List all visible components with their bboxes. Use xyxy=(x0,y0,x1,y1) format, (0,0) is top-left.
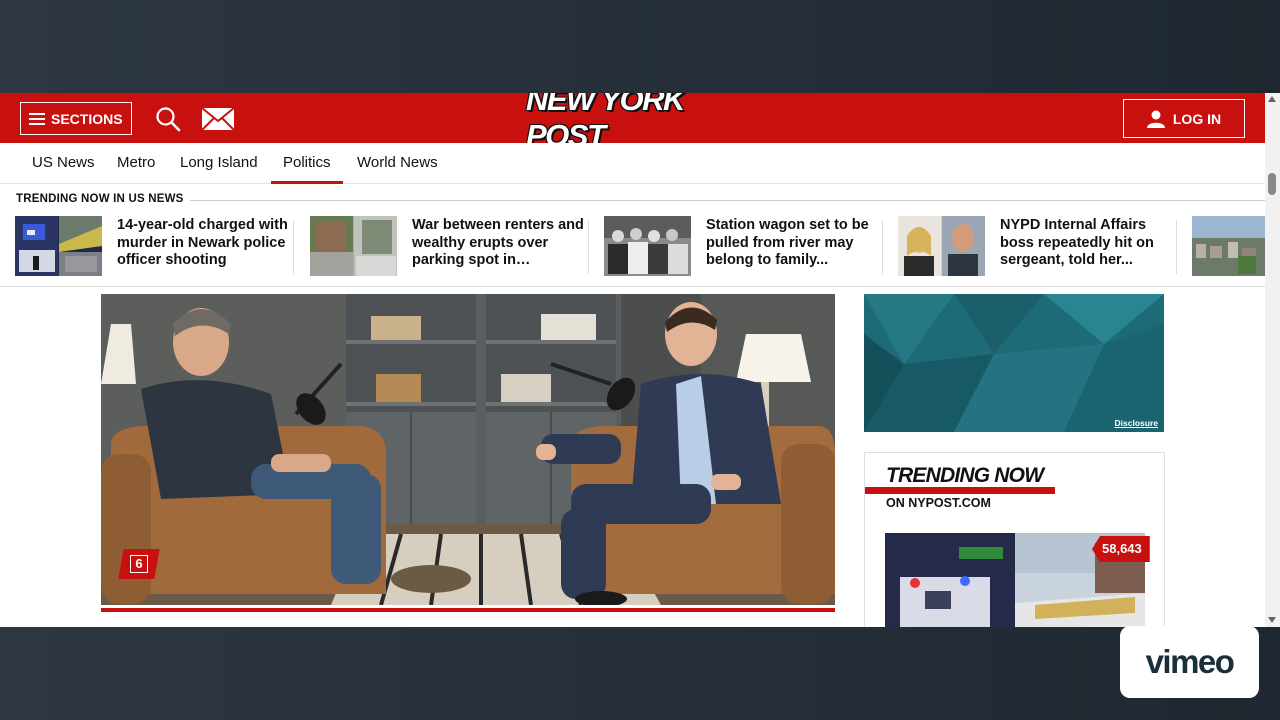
nav-item-us-news[interactable]: US News xyxy=(32,143,95,183)
user-icon xyxy=(1146,110,1165,128)
ad-banner[interactable]: Disclosure xyxy=(864,294,1164,432)
scrollbar-thumb[interactable] xyxy=(1268,173,1276,195)
nav-item-world-news[interactable]: World News xyxy=(357,143,438,183)
trending-thumbnail[interactable] xyxy=(1192,216,1265,276)
hero-image[interactable]: 6 xyxy=(101,294,835,605)
site-header: SECTIONS NEW YORK POST LOG IN xyxy=(0,93,1265,153)
trending-thumbnail[interactable] xyxy=(15,216,102,276)
hero-underline xyxy=(101,608,835,612)
scroll-down-arrow-icon[interactable] xyxy=(1268,617,1276,623)
ad-image xyxy=(864,294,1164,432)
trending-title-bar xyxy=(865,487,1055,494)
scroll-up-arrow-icon[interactable] xyxy=(1268,96,1276,102)
vimeo-logo[interactable]: vimeo xyxy=(1120,626,1259,698)
search-icon[interactable] xyxy=(155,106,181,132)
trending-thumbnail[interactable] xyxy=(310,216,397,276)
site-logo[interactable]: NEW YORK POST xyxy=(526,93,740,153)
hero-photo xyxy=(101,294,835,605)
trending-item[interactable]: 14-year-old charged with murder in Newar… xyxy=(15,216,290,278)
browser-viewport: SECTIONS NEW YORK POST LOG IN US News Me… xyxy=(0,93,1280,627)
vimeo-logo-text: vimeo xyxy=(1145,643,1235,680)
trending-headline[interactable]: NYPD Internal Affairs boss repeatedly hi… xyxy=(1000,217,1172,270)
divider xyxy=(588,220,589,274)
trending-headline[interactable]: 14-year-old charged with murder in Newar… xyxy=(117,217,289,270)
trending-item[interactable]: NYPD Internal Affairs boss repeatedly hi… xyxy=(898,216,1173,278)
nav-item-long-island[interactable]: Long Island xyxy=(180,143,258,183)
gallery-count: 6 xyxy=(130,555,148,573)
trending-headline[interactable]: War between renters and wealthy erupts o… xyxy=(412,217,584,270)
mail-icon[interactable] xyxy=(201,107,235,131)
trending-view-count: 58,643 xyxy=(1092,536,1150,562)
login-label: LOG IN xyxy=(1172,110,1222,127)
trending-thumbnail[interactable] xyxy=(604,216,691,276)
nav-item-metro[interactable]: Metro xyxy=(117,143,155,183)
trending-now-box: TRENDING NOW ON NYPOST.COM 58,643 xyxy=(864,452,1165,627)
trending-box-title: TRENDING NOW xyxy=(886,464,1044,487)
login-button[interactable]: LOG IN xyxy=(1123,99,1245,138)
trending-item[interactable] xyxy=(1192,216,1265,278)
ad-disclosure-link[interactable]: Disclosure xyxy=(1115,418,1158,428)
trending-strip: TRENDING NOW IN US NEWS 14-year-old char… xyxy=(0,184,1265,287)
divider xyxy=(1176,220,1177,274)
section-nav: US News Metro Long Island Politics World… xyxy=(0,143,1265,184)
hamburger-icon xyxy=(29,112,45,125)
trending-headline[interactable]: Station wagon set to be pulled from rive… xyxy=(706,217,878,270)
trending-strip-label: TRENDING NOW IN US NEWS xyxy=(16,193,184,205)
nav-item-politics[interactable]: Politics xyxy=(271,143,342,184)
divider xyxy=(293,220,294,274)
trending-item[interactable]: War between renters and wealthy erupts o… xyxy=(310,216,585,278)
sections-label: SECTIONS xyxy=(51,110,123,127)
divider xyxy=(190,200,1265,201)
trending-thumbnail[interactable] xyxy=(898,216,985,276)
trending-item[interactable]: Station wagon set to be pulled from rive… xyxy=(604,216,879,278)
divider xyxy=(882,220,883,274)
gallery-count-badge[interactable]: 6 xyxy=(118,549,160,579)
trending-box-subtitle: ON NYPOST.COM xyxy=(886,496,991,510)
sections-button[interactable]: SECTIONS xyxy=(20,102,132,135)
page-scrollbar[interactable] xyxy=(1265,93,1280,627)
